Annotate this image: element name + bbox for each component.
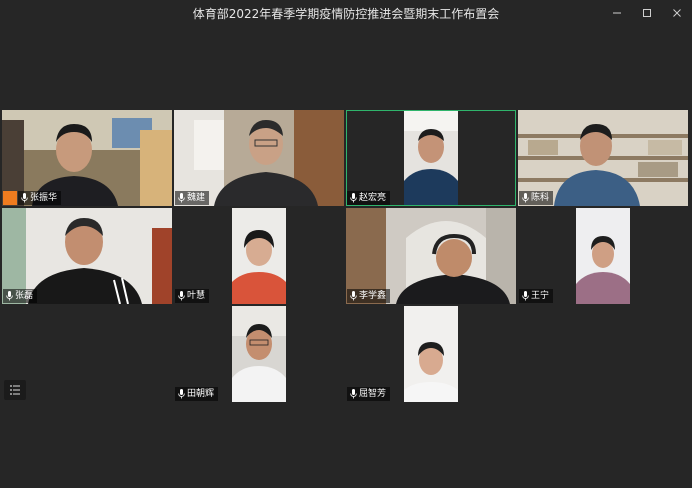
- maximize-button[interactable]: [632, 0, 662, 26]
- microphone-icon: [178, 389, 185, 399]
- participant-name: 魏建: [187, 193, 206, 203]
- maximize-icon: [643, 9, 651, 17]
- participant-list-button[interactable]: [4, 380, 26, 400]
- video-grid: 张振华 魏建 赵宏亮 陈科 张磊 叶慧 李学鑫 王宁 田朝辉 屈智芳: [0, 26, 692, 488]
- microphone-icon: [522, 193, 529, 203]
- video-tile-wangning[interactable]: 王宁: [518, 208, 688, 304]
- video-tile-yehui[interactable]: 叶慧: [174, 208, 344, 304]
- close-icon: [673, 9, 681, 17]
- participant-label: 魏建: [175, 191, 210, 205]
- minimize-icon: [613, 12, 621, 14]
- video-feed: [232, 306, 286, 402]
- participant-label: 赵宏亮: [347, 191, 391, 205]
- microphone-icon: [522, 291, 529, 301]
- window-title: 体育部2022年春季学期疫情防控推进会暨期末工作布置会: [192, 7, 500, 21]
- video-tile-quzhifang[interactable]: 屈智芳: [346, 306, 516, 402]
- video-feed: [404, 111, 458, 205]
- video-feed: [576, 208, 630, 304]
- microphone-icon: [350, 291, 357, 301]
- participant-name: 陈科: [531, 193, 550, 203]
- participant-label: 田朝辉: [175, 387, 219, 401]
- close-button[interactable]: [662, 0, 692, 26]
- microphone-icon: [178, 291, 185, 301]
- participant-name: 屈智芳: [359, 389, 387, 399]
- participant-label: 张振华: [18, 191, 62, 205]
- participant-label: 李学鑫: [347, 289, 391, 303]
- video-tile-chenke[interactable]: 陈科: [518, 110, 688, 206]
- video-tile-tianchaohui[interactable]: 田朝辉: [174, 306, 344, 402]
- participant-label: 王宁: [519, 289, 554, 303]
- video-tile-zhangzhenhua[interactable]: 张振华: [2, 110, 172, 206]
- microphone-icon: [350, 389, 357, 399]
- video-feed: [232, 208, 286, 304]
- participant-name: 叶慧: [187, 291, 206, 301]
- participant-name: 田朝辉: [187, 389, 215, 399]
- participant-label: 屈智芳: [347, 387, 391, 401]
- participant-name: 张振华: [30, 193, 58, 203]
- title-bar: 体育部2022年春季学期疫情防控推进会暨期末工作布置会: [0, 0, 692, 26]
- participant-name: 李学鑫: [359, 291, 387, 301]
- list-menu-icon: [10, 385, 20, 395]
- participant-name: 王宁: [531, 291, 550, 301]
- participant-name: 赵宏亮: [359, 193, 387, 203]
- microphone-icon: [6, 291, 13, 301]
- host-badge: [3, 191, 17, 205]
- video-feed: [404, 306, 458, 402]
- video-tile-weijian[interactable]: 魏建: [174, 110, 344, 206]
- microphone-icon: [178, 193, 185, 203]
- microphone-icon: [350, 193, 357, 203]
- minimize-button[interactable]: [602, 0, 632, 26]
- video-tile-lixuexin[interactable]: 李学鑫: [346, 208, 516, 304]
- participant-name: 张磊: [15, 291, 34, 301]
- participant-label: 张磊: [3, 289, 38, 303]
- video-tile-zhanglei[interactable]: 张磊: [2, 208, 172, 304]
- participant-label: 叶慧: [175, 289, 210, 303]
- video-tile-zhaohongliang[interactable]: 赵宏亮: [346, 110, 516, 206]
- microphone-icon: [21, 193, 28, 203]
- participant-label: 陈科: [519, 191, 554, 205]
